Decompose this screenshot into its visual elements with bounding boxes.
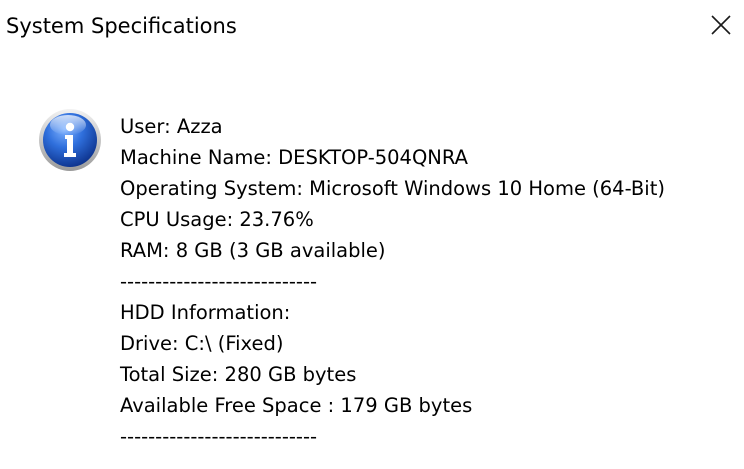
drive-line: Drive: C:\ (Fixed) [120,332,284,355]
specifications-message: User: Azza Machine Name: DESKTOP-504QNRA… [120,111,665,452]
cpu-usage-line: CPU Usage: 23.76% [120,208,314,231]
separator-line: ---------------------------- [120,425,318,448]
ram-line: RAM: 8 GB (3 GB available) [120,239,386,262]
machine-name-line: Machine Name: DESKTOP-504QNRA [120,146,468,169]
user-line: User: Azza [120,115,223,138]
hdd-information-heading: HDD Information: [120,301,291,324]
operating-system-line: Operating System: Microsoft Windows 10 H… [120,177,665,200]
separator-line: ---------------------------- [120,270,318,293]
dialog-title: System Specifications [6,14,237,38]
close-icon [711,15,731,35]
information-icon [38,108,102,172]
system-specifications-dialog: System Specifications User: Azza Machine… [0,0,744,469]
close-button[interactable] [702,8,738,44]
free-space-line: Available Free Space : 179 GB bytes [120,394,473,417]
total-size-line: Total Size: 280 GB bytes [120,363,357,386]
